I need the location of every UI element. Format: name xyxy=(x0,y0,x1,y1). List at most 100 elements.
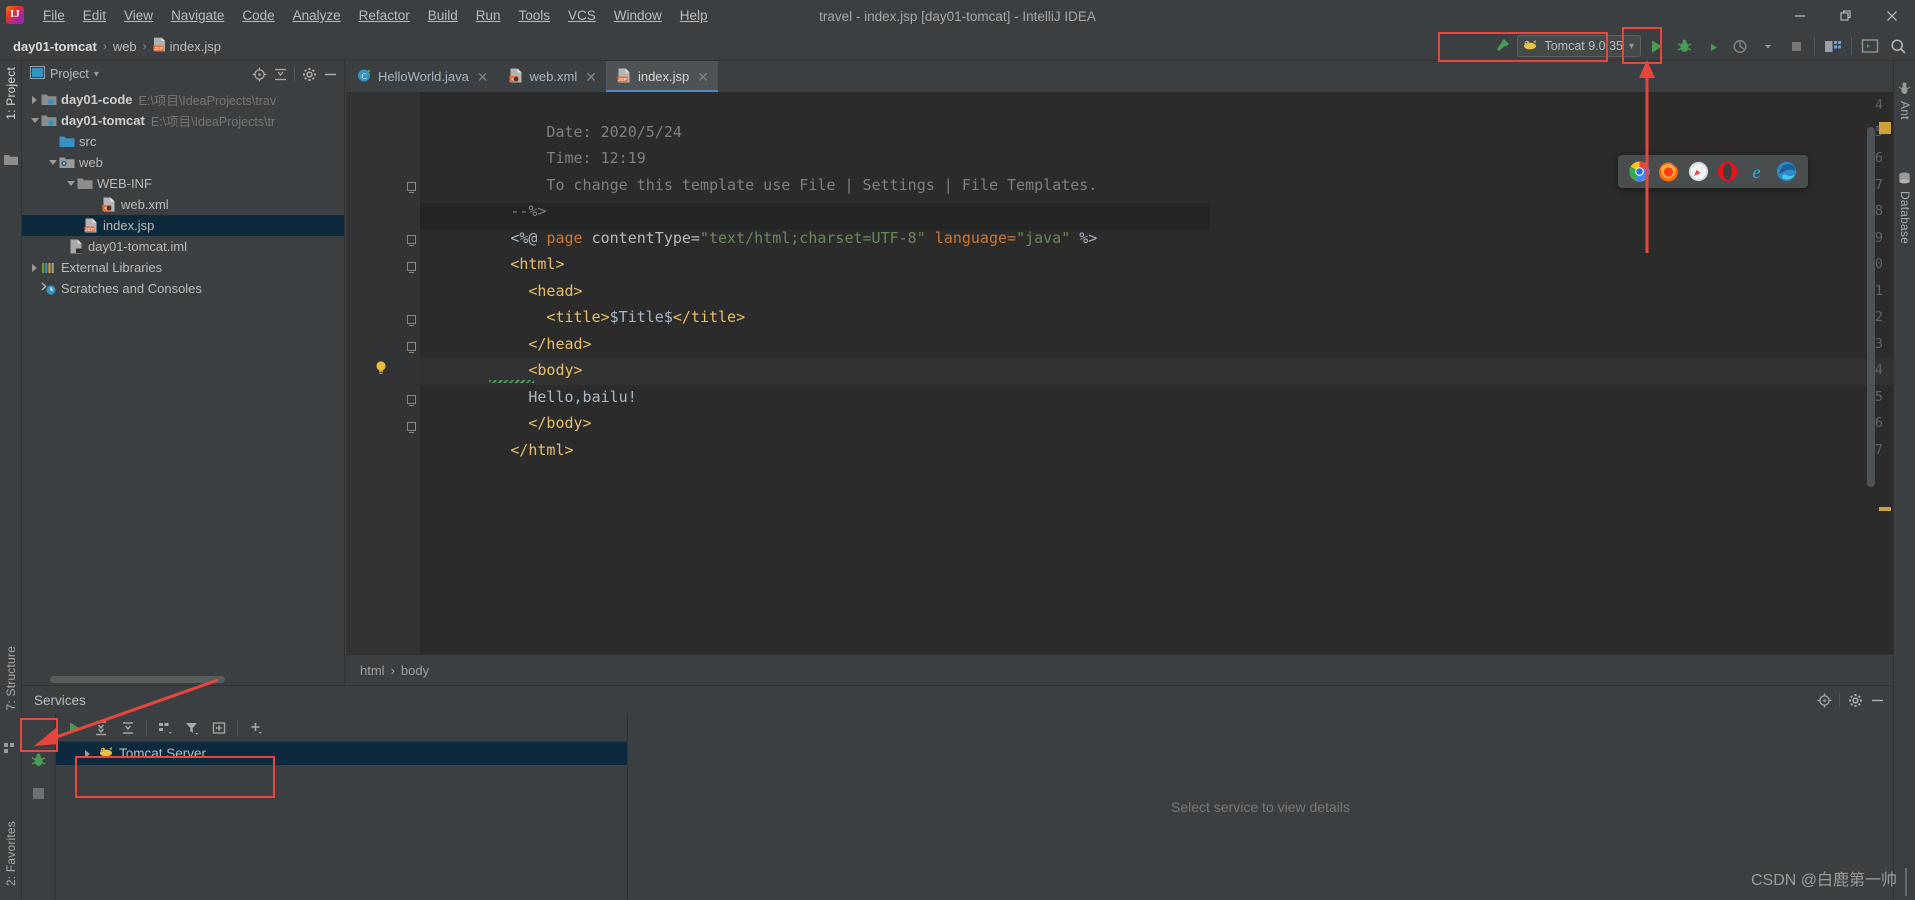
chevron-down-icon[interactable] xyxy=(1755,34,1781,58)
breadcrumb-item-project[interactable]: day01-tomcat xyxy=(8,37,102,56)
menu-item-file[interactable]: File xyxy=(34,4,74,28)
fold-marker-collapse[interactable] xyxy=(407,182,416,193)
rail-debug-icon[interactable] xyxy=(30,752,47,774)
minimize-button[interactable] xyxy=(1777,0,1823,32)
close-icon[interactable]: ✕ xyxy=(477,70,489,84)
tree-node-scratches-and-consoles[interactable]: Scratches and Consoles xyxy=(22,278,344,299)
fold-marker-collapse[interactable] xyxy=(407,422,416,433)
chevron-down-icon[interactable]: ▾ xyxy=(94,69,99,80)
project-panel-title[interactable]: Project ▾ xyxy=(30,66,99,82)
opera-icon[interactable] xyxy=(1717,161,1739,183)
terminal-icon[interactable] xyxy=(1857,34,1883,58)
close-icon[interactable]: ✕ xyxy=(697,70,709,84)
sidebar-item-ant[interactable]: Ant xyxy=(1898,101,1912,120)
close-icon[interactable]: ✕ xyxy=(585,70,597,84)
collapse-all-icon[interactable] xyxy=(116,717,140,739)
menu-item-window[interactable]: Window xyxy=(605,4,671,28)
breadcrumb-item-file[interactable]: JSP index.jsp xyxy=(148,35,226,57)
menu-item-run[interactable]: Run xyxy=(467,4,510,28)
close-button[interactable] xyxy=(1869,0,1915,32)
twisty-expanded[interactable] xyxy=(64,181,77,186)
fold-marker-collapse[interactable] xyxy=(407,235,416,246)
scrollbar-thumb[interactable] xyxy=(1867,127,1875,487)
editor-marker-stripe[interactable] xyxy=(1879,122,1891,652)
code-folding-gutter[interactable] xyxy=(404,92,420,654)
menu-item-edit[interactable]: Edit xyxy=(74,4,115,28)
menu-item-code[interactable]: Code xyxy=(233,4,283,28)
safari-icon[interactable] xyxy=(1687,161,1709,183)
warning-marker[interactable] xyxy=(1879,122,1891,134)
editor-vertical-scrollbar[interactable] xyxy=(1867,123,1877,654)
collapse-all-icon[interactable] xyxy=(270,64,290,84)
firefox-icon[interactable] xyxy=(1658,161,1680,183)
twisty-collapsed[interactable] xyxy=(81,749,94,758)
menu-item-build[interactable]: Build xyxy=(419,4,467,28)
intention-bulb-icon[interactable] xyxy=(374,360,388,376)
menu-item-navigate[interactable]: Navigate xyxy=(162,4,233,28)
fold-marker-collapse[interactable] xyxy=(407,315,416,326)
warning-marker[interactable] xyxy=(1879,507,1891,511)
run-button[interactable] xyxy=(1643,34,1669,58)
twisty-collapsed[interactable] xyxy=(28,263,41,272)
breadcrumb-item-html[interactable]: html xyxy=(360,663,385,678)
add-service-icon[interactable] xyxy=(244,717,268,739)
edge-icon[interactable] xyxy=(1775,161,1797,183)
project-structure-icon[interactable] xyxy=(1820,34,1846,58)
tree-node-day01-code[interactable]: day01-code E:\项目\IdeaProjects\trav xyxy=(22,89,344,110)
gear-icon[interactable] xyxy=(1845,690,1865,710)
twisty-expanded[interactable] xyxy=(46,160,59,165)
expand-all-icon[interactable] xyxy=(89,717,113,739)
sidebar-item-favorites[interactable]: 2: Favorites xyxy=(4,821,18,886)
fold-marker-collapse[interactable] xyxy=(407,262,416,273)
twisty-expanded[interactable] xyxy=(28,118,41,123)
hide-panel-icon[interactable] xyxy=(1867,690,1887,710)
menu-item-tools[interactable]: Tools xyxy=(510,4,560,28)
hide-panel-icon[interactable] xyxy=(320,64,340,84)
internet-explorer-icon[interactable]: e xyxy=(1746,161,1768,183)
tree-node-external-libraries[interactable]: External Libraries xyxy=(22,257,344,278)
editor-tab-helloworld-java[interactable]: C HelloWorld.java ✕ xyxy=(346,61,498,92)
tree-node-index-jsp[interactable]: JSP index.jsp xyxy=(22,215,344,236)
fold-marker-collapse[interactable] xyxy=(407,395,416,406)
tree-node-web-xml[interactable]: < web.xml xyxy=(22,194,344,215)
profile-button[interactable] xyxy=(1727,34,1753,58)
sidebar-item-project[interactable]: 1: Project xyxy=(4,67,18,120)
run-with-coverage-button[interactable] xyxy=(1699,34,1725,58)
twisty-collapsed[interactable] xyxy=(28,95,41,104)
fold-marker-collapse[interactable] xyxy=(407,342,416,353)
run-service-button[interactable] xyxy=(62,717,86,739)
add-tab-icon[interactable] xyxy=(207,717,231,739)
tree-node-web-inf[interactable]: WEB-INF xyxy=(22,173,344,194)
rail-stop-icon[interactable] xyxy=(31,786,46,806)
service-row-tomcat-server[interactable]: Tomcat Server xyxy=(56,742,627,765)
stop-button[interactable] xyxy=(1783,34,1809,58)
gear-icon[interactable] xyxy=(299,64,319,84)
tree-node-iml[interactable]: day01-tomcat.iml xyxy=(22,236,344,257)
search-icon[interactable] xyxy=(1885,34,1911,58)
menu-item-analyze[interactable]: Analyze xyxy=(284,4,350,28)
editor-tab-index-jsp[interactable]: JSP index.jsp ✕ xyxy=(605,61,719,92)
chrome-icon[interactable] xyxy=(1629,161,1651,183)
project-horizontal-scrollbar[interactable] xyxy=(50,676,225,683)
chevron-down-icon[interactable]: ▾ xyxy=(1629,41,1634,52)
breadcrumb-item-web[interactable]: web xyxy=(108,37,142,56)
locate-icon[interactable] xyxy=(1814,690,1834,710)
menu-item-vcs[interactable]: VCS xyxy=(559,4,605,28)
tree-node-day01-tomcat[interactable]: day01-tomcat E:\项目\IdeaProjects\tr xyxy=(22,110,344,131)
sidebar-item-database[interactable]: Database xyxy=(1898,191,1912,244)
menu-item-refactor[interactable]: Refactor xyxy=(350,4,419,28)
tree-node-web[interactable]: web xyxy=(22,152,344,173)
menu-item-help[interactable]: Help xyxy=(671,4,717,28)
tree-node-src[interactable]: src xyxy=(22,131,344,152)
run-configuration-selector[interactable]: Tomcat 9.0.35 ▾ xyxy=(1517,35,1641,57)
breadcrumb-item-body[interactable]: body xyxy=(401,663,429,678)
debug-button[interactable] xyxy=(1671,34,1697,58)
build-hammer-icon[interactable] xyxy=(1489,34,1515,58)
maximize-button[interactable] xyxy=(1823,0,1869,32)
sidebar-item-structure[interactable]: 7: Structure xyxy=(4,646,18,710)
filter-icon[interactable] xyxy=(180,717,204,739)
editor-tab-web-xml[interactable]: < web.xml ✕ xyxy=(497,61,606,92)
locate-file-icon[interactable] xyxy=(249,64,269,84)
menu-item-view[interactable]: View xyxy=(115,4,162,28)
group-by-icon[interactable] xyxy=(153,717,177,739)
